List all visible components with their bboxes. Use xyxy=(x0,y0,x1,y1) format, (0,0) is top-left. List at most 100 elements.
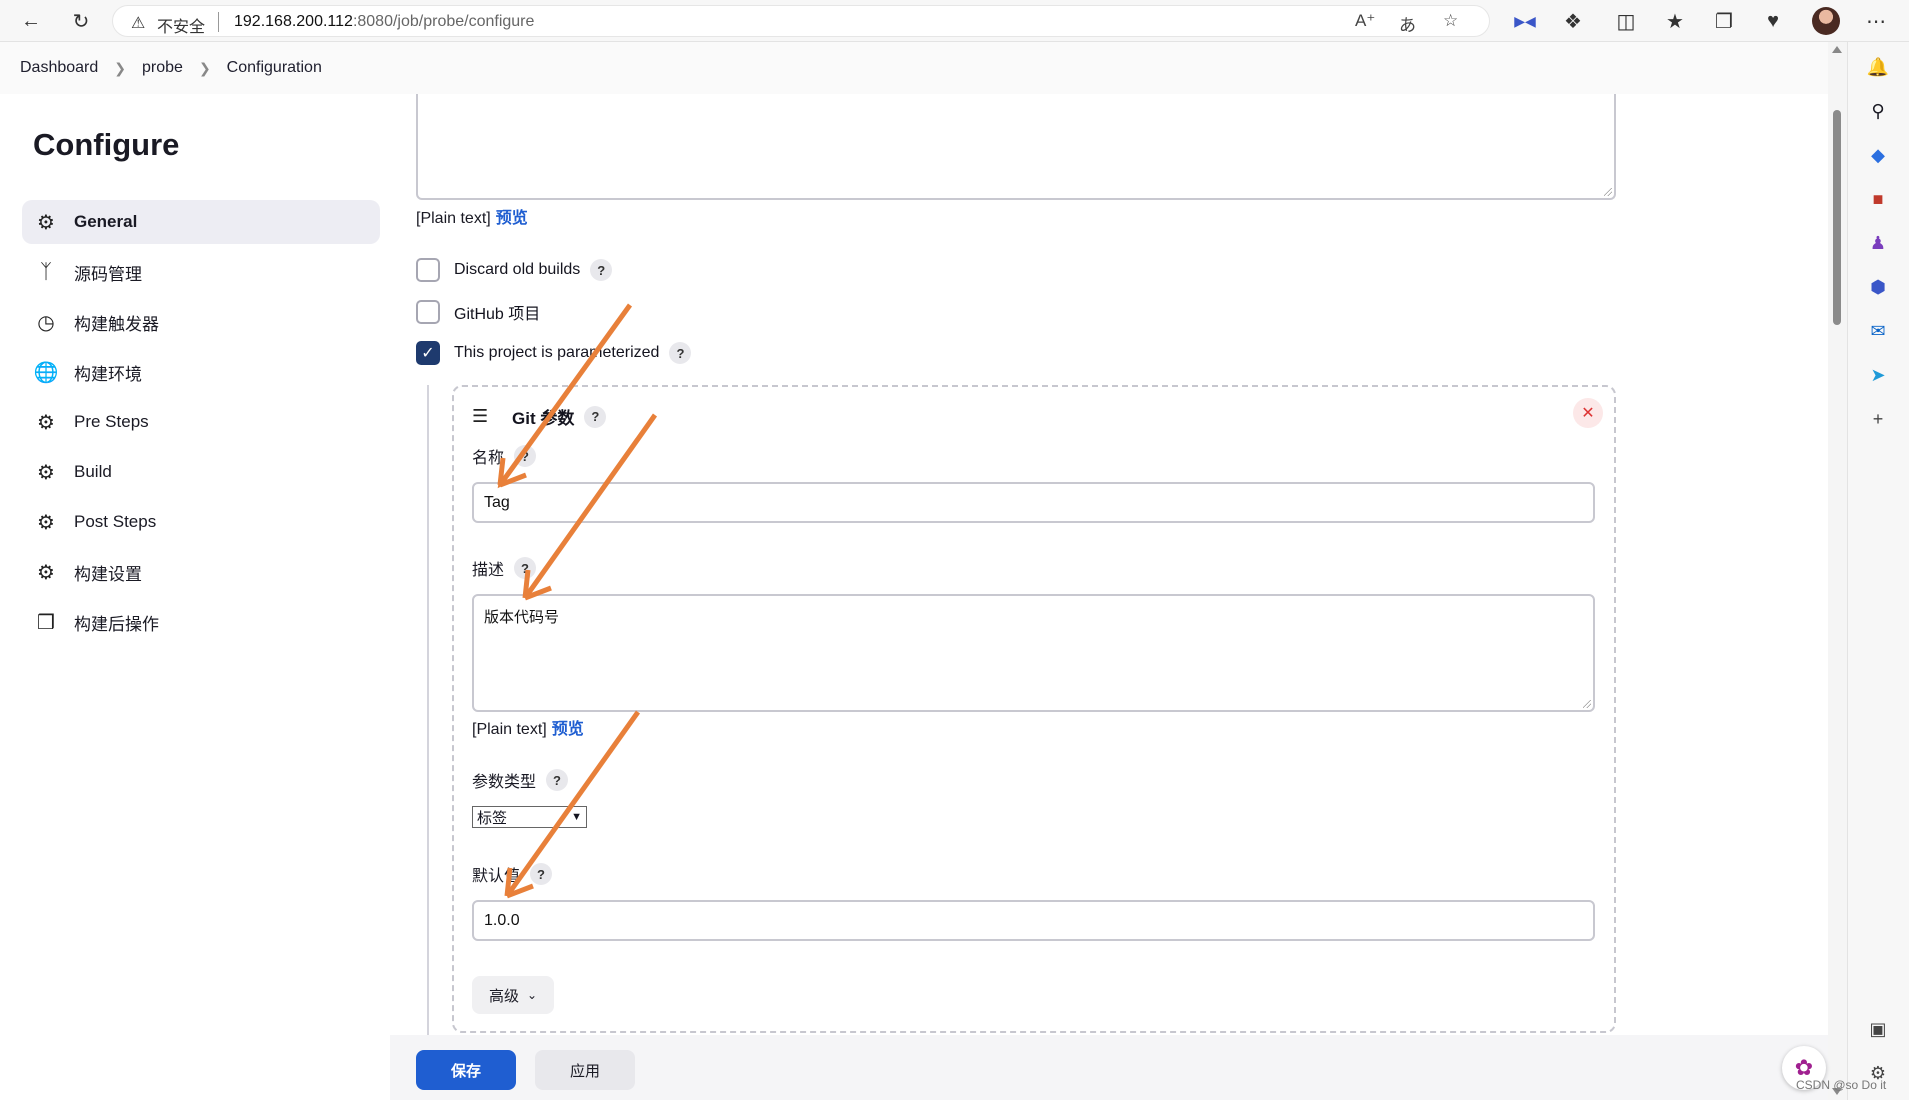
search-icon[interactable]: ⚲ xyxy=(1867,100,1889,122)
chevron-down-icon: ▼ xyxy=(571,811,582,823)
name-input[interactable]: Tag xyxy=(472,482,1595,523)
help-icon[interactable]: ? xyxy=(590,259,613,281)
description-label-text: 描述 xyxy=(472,562,505,579)
more-icon[interactable]: ⋯ xyxy=(1863,8,1889,34)
address-separator xyxy=(218,12,219,32)
parameter-type-label: 参数类型 ? xyxy=(472,768,569,792)
breadcrumb: Dashboard ❯ probe ❯ Configuration xyxy=(0,42,1828,94)
parameter-type-label-text: 参数类型 xyxy=(472,774,537,791)
preview-link[interactable]: 预览 xyxy=(496,210,528,227)
edge-sidebar: 🔔 ⚲ ◆ ■ ♟ ⬢ ✉ ➤ + ▣ ⚙ xyxy=(1847,42,1909,1100)
config-nav: ⚙ General ᛉ 源码管理 ◷ 构建触发器 🌐 构建环境 ⚙ Pre St… xyxy=(22,200,380,650)
favorites-icon[interactable]: ★ xyxy=(1662,8,1688,34)
scroll-up-arrow[interactable] xyxy=(1832,46,1842,53)
default-value-input[interactable]: 1.0.0 xyxy=(472,900,1595,941)
description-textarea[interactable]: 版本代码号 xyxy=(472,594,1595,712)
plain-text-label: [Plain text] xyxy=(472,721,547,738)
drag-handle-icon[interactable]: ☰ xyxy=(472,407,490,425)
send-icon[interactable]: ➤ xyxy=(1867,364,1889,386)
url-text: 192.168.200.112:8080/job/probe/configure xyxy=(234,13,534,31)
address-bar[interactable]: ⚠ 不安全 192.168.200.112:8080/job/probe/con… xyxy=(112,5,1490,37)
advanced-label: 高级 xyxy=(488,987,519,1005)
watermark: CSDN @so Do it xyxy=(1796,1078,1887,1092)
github-project-checkbox[interactable] xyxy=(416,300,440,324)
description-value: 版本代码号 xyxy=(484,609,560,626)
parameter-group-line xyxy=(427,385,429,1035)
collections-icon[interactable]: ❐ xyxy=(1711,8,1737,34)
parameter-type-value: 标签 xyxy=(477,809,508,827)
apply-button[interactable]: 应用 xyxy=(535,1050,635,1090)
nav-item-post-steps[interactable]: ⚙ Post Steps xyxy=(22,500,380,544)
nav-item-pre-steps[interactable]: ⚙ Pre Steps xyxy=(22,400,380,444)
warning-icon: ⚠ xyxy=(131,15,146,32)
refresh-icon[interactable]: ↻ xyxy=(68,8,94,34)
browser-toolbar: ← ↻ ⚠ 不安全 192.168.200.112:8080/job/probe… xyxy=(0,0,1909,42)
close-icon[interactable]: ✕ xyxy=(1573,398,1603,428)
toolbox-icon[interactable]: ■ xyxy=(1867,188,1889,210)
add-icon[interactable]: + xyxy=(1867,408,1889,430)
profile-avatar[interactable] xyxy=(1812,7,1840,35)
nav-item-label: 构建触发器 xyxy=(74,314,159,334)
save-button[interactable]: 保存 xyxy=(416,1050,516,1090)
cube-icon: ❒ xyxy=(37,611,55,634)
back-icon[interactable]: ← xyxy=(18,8,44,34)
page-scrollbar[interactable] xyxy=(1828,42,1847,1100)
help-icon[interactable]: ? xyxy=(584,405,607,428)
scroll-thumb[interactable] xyxy=(1833,110,1841,325)
insecure-label: 不安全 xyxy=(157,19,206,36)
split-screen-icon[interactable]: ◫ xyxy=(1613,8,1639,34)
read-aloud-icon[interactable]: A⁺ xyxy=(1355,11,1375,31)
resize-handle[interactable] xyxy=(1604,188,1612,196)
nav-item-post-build[interactable]: ❒ 构建后操作 xyxy=(22,600,380,644)
nav-item-environment[interactable]: 🌐 构建环境 xyxy=(22,350,380,394)
breadcrumb-dashboard[interactable]: Dashboard xyxy=(20,59,98,77)
translate-icon[interactable]: あ xyxy=(1399,11,1416,36)
gear-icon: ⚙ xyxy=(37,561,55,584)
parameterized-checkbox[interactable]: ✓ xyxy=(416,341,440,365)
gear-icon: ⚙ xyxy=(37,411,55,434)
discard-old-builds-checkbox[interactable] xyxy=(416,258,440,282)
branch-icon: ᛉ xyxy=(40,260,52,283)
screenshot-icon[interactable]: ▣ xyxy=(1867,1018,1889,1040)
gear-icon: ⚙ xyxy=(37,211,55,234)
nav-item-label: Post Steps xyxy=(74,512,157,531)
preview-link[interactable]: 预览 xyxy=(552,721,584,738)
checkbox-label: GitHub 项目 xyxy=(454,306,541,323)
nav-item-build-settings[interactable]: ⚙ 构建设置 xyxy=(22,550,380,594)
nav-item-triggers[interactable]: ◷ 构建触发器 xyxy=(22,300,380,344)
project-description-textarea[interactable] xyxy=(416,94,1616,200)
url-host: 192.168.200.112 xyxy=(234,13,353,30)
nav-item-build[interactable]: ⚙ Build xyxy=(22,450,380,494)
help-icon[interactable]: ? xyxy=(514,445,537,467)
outlook-icon[interactable]: ✉ xyxy=(1867,320,1889,342)
parameter-type-select[interactable]: 标签 ▼ xyxy=(472,806,587,828)
help-icon[interactable]: ? xyxy=(530,863,553,885)
bell-icon[interactable]: 🔔 xyxy=(1867,56,1889,78)
extension-icon[interactable]: ▶◀ xyxy=(1512,8,1538,34)
nav-item-label: General xyxy=(74,212,138,231)
games-icon[interactable]: ♟ xyxy=(1867,232,1889,254)
health-icon[interactable]: ♥ xyxy=(1760,8,1786,34)
github-project-row: GitHub 项目 xyxy=(416,300,540,324)
default-value-label-text: 默认值 xyxy=(472,868,521,885)
discard-old-builds-row: Discard old builds ? xyxy=(416,258,613,282)
chevron-right-icon: ❯ xyxy=(114,59,127,76)
tag-icon[interactable]: ◆ xyxy=(1867,144,1889,166)
help-icon[interactable]: ? xyxy=(514,557,537,579)
parameterized-row: ✓ This project is parameterized ? xyxy=(416,341,692,365)
nav-item-general[interactable]: ⚙ General xyxy=(22,200,380,244)
nav-item-label: 构建环境 xyxy=(74,364,142,384)
favorite-star-icon[interactable]: ☆ xyxy=(1443,11,1458,31)
breadcrumb-configuration[interactable]: Configuration xyxy=(227,59,322,77)
chevron-right-icon: ❯ xyxy=(198,59,211,76)
nav-item-label: 构建设置 xyxy=(74,564,142,584)
puzzle-icon[interactable]: ❖ xyxy=(1560,8,1586,34)
page-title: Configure xyxy=(33,127,180,162)
resize-handle[interactable] xyxy=(1583,700,1591,708)
advanced-button[interactable]: 高级 ⌄ xyxy=(472,976,554,1014)
office-icon[interactable]: ⬢ xyxy=(1867,276,1889,298)
nav-item-scm[interactable]: ᛉ 源码管理 xyxy=(22,250,380,294)
breadcrumb-probe[interactable]: probe xyxy=(142,59,183,77)
help-icon[interactable]: ? xyxy=(669,342,692,364)
help-icon[interactable]: ? xyxy=(546,769,569,791)
